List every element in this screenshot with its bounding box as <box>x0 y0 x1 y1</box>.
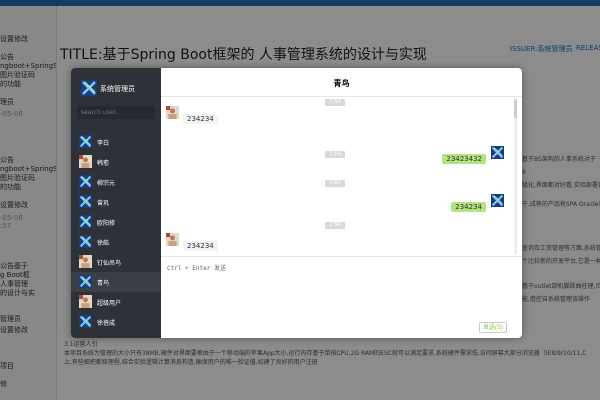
contact-item[interactable]: 徐皓 <box>71 232 161 252</box>
contact-name: 欧阳修 <box>97 220 116 227</box>
blue-x-avatar-icon <box>79 175 92 188</box>
blue-x-avatar-icon <box>79 135 92 148</box>
message-timestamp: 1:54 <box>325 99 345 106</box>
contact-name: 徐皓 <box>97 240 110 247</box>
chat-modal: 系统管理员 李白韩愈柳宗元曾巩欧阳修徐皓钉仙吊鸟青鸟超级用户徐蓓成 青鸟 1:5… <box>71 68 522 338</box>
contact-item[interactable]: 李白 <box>71 132 161 152</box>
blue-x-avatar-icon <box>491 146 504 159</box>
blue-x-avatar-icon <box>79 235 92 248</box>
contact-item[interactable]: 钉仙吊鸟 <box>71 252 161 272</box>
message-bubble[interactable]: 234234 <box>183 114 218 124</box>
photo-avatar-icon <box>166 233 179 246</box>
contact-item[interactable]: 曾巩 <box>71 192 161 212</box>
contact-item[interactable]: 韩愈 <box>71 152 161 172</box>
message-timestamp: 1:54 <box>325 151 345 158</box>
blue-x-avatar-icon <box>79 275 92 288</box>
message-list[interactable]: 1:54 234234 1:54 23423432 1:54 234234 1:54 2342… <box>161 96 522 256</box>
blue-x-avatar-icon <box>79 215 92 228</box>
contact-item[interactable]: 青鸟 <box>71 272 161 292</box>
contact-name: 青鸟 <box>97 280 110 287</box>
photo-avatar-icon <box>79 155 92 168</box>
current-user-name: 系统管理员 <box>100 85 135 93</box>
photo-avatar-icon <box>79 255 92 268</box>
scrollbar-thumb[interactable] <box>514 100 517 118</box>
contact-item[interactable]: 徐蓓成 <box>71 312 161 332</box>
blue-x-avatar-icon <box>79 195 92 208</box>
blue-x-avatar-icon <box>79 315 92 328</box>
message-timestamp: 1:54 <box>325 222 345 229</box>
message-timestamp: 1:54 <box>325 180 345 187</box>
input-hint: Ctrl + Enter 发送 <box>167 265 226 272</box>
chat-sidebar: 系统管理员 李白韩愈柳宗元曾巩欧阳修徐皓钉仙吊鸟青鸟超级用户徐蓓成 <box>71 68 161 338</box>
contact-name: 李白 <box>97 140 110 147</box>
blue-x-avatar-icon <box>81 80 97 96</box>
user-search-input[interactable] <box>77 106 155 119</box>
contact-name: 曾巩 <box>97 200 110 207</box>
chat-panel: 青鸟 1:54 234234 1:54 23423432 1:54 234234 1:54 2… <box>161 68 522 338</box>
chat-title: 青鸟 <box>333 79 350 88</box>
message-input-area[interactable]: Ctrl + Enter 发送 发送(S) <box>161 256 522 338</box>
photo-avatar-icon <box>79 295 92 308</box>
message-bubble[interactable]: 234234 <box>451 202 486 212</box>
chat-header: 青鸟 <box>161 68 522 97</box>
contact-name: 徐蓓成 <box>97 320 116 327</box>
current-user: 系统管理员 <box>71 68 161 108</box>
contact-item[interactable]: 超级用户 <box>71 292 161 312</box>
contact-item[interactable]: 柳宗元 <box>71 172 161 192</box>
contact-name: 韩愈 <box>97 160 110 167</box>
message-bubble[interactable]: 234234 <box>183 241 218 251</box>
photo-avatar-icon <box>166 106 179 119</box>
blue-x-avatar-icon <box>491 194 504 207</box>
contact-item[interactable]: 欧阳修 <box>71 212 161 232</box>
message-bubble[interactable]: 23423432 <box>442 154 486 164</box>
message-scrollbar[interactable] <box>514 98 517 254</box>
contact-name: 超级用户 <box>97 300 122 307</box>
send-button[interactable]: 发送(S) <box>479 322 507 333</box>
contact-name: 钉仙吊鸟 <box>97 260 122 267</box>
contact-name: 柳宗元 <box>97 180 116 187</box>
